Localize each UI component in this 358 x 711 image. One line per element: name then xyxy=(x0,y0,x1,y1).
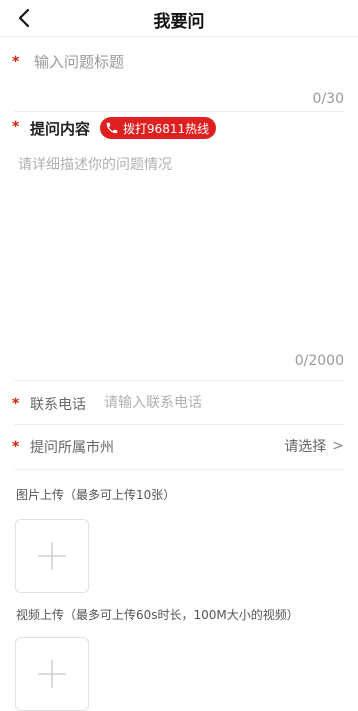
plus-icon xyxy=(38,660,66,688)
title-char-counter: 0/30 xyxy=(312,91,344,107)
divider xyxy=(14,469,344,470)
hotline-call-button[interactable]: 拨打96811热线 xyxy=(100,117,217,139)
region-label: 提问所属市州 xyxy=(30,440,114,456)
divider xyxy=(14,380,344,381)
plus-icon xyxy=(38,542,66,570)
required-asterisk: * xyxy=(12,396,20,412)
required-asterisk: * xyxy=(12,119,20,135)
question-title-input[interactable] xyxy=(34,50,334,74)
content-char-counter: 0/2000 xyxy=(294,353,344,369)
question-content-textarea[interactable] xyxy=(18,154,340,344)
video-upload-caption: 视频上传（最多可上传60s时长，100M大小的视频） xyxy=(16,608,299,622)
phone-input[interactable] xyxy=(104,392,334,414)
divider xyxy=(14,111,344,112)
region-select-value: 请选择 xyxy=(284,439,327,455)
header-bar: 我要问 xyxy=(0,0,358,37)
image-upload-caption: 图片上传（最多可上传10张） xyxy=(16,488,176,502)
phone-icon xyxy=(105,121,119,135)
required-asterisk: * xyxy=(12,54,20,70)
required-asterisk: * xyxy=(12,439,20,455)
hotline-label: 拨打96811热线 xyxy=(123,121,210,136)
image-upload-button[interactable] xyxy=(15,519,89,593)
phone-label: 联系电话 xyxy=(30,397,86,413)
chevron-right-icon: > xyxy=(332,438,344,454)
page-title: 我要问 xyxy=(153,12,205,32)
divider xyxy=(14,424,344,425)
region-select[interactable]: 请选择 > xyxy=(284,436,344,456)
content-label: 提问内容 xyxy=(30,120,91,138)
